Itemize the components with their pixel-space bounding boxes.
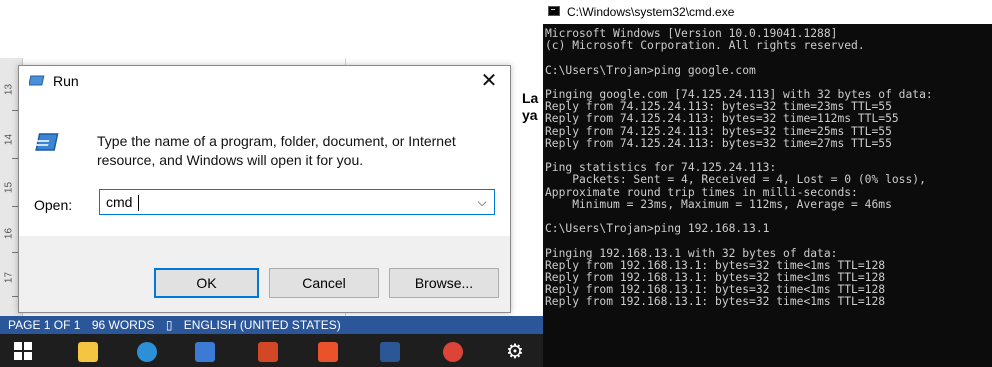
console-line: Reply from 74.125.24.113: bytes=32 time=…	[545, 124, 892, 138]
file-explorer-icon[interactable]	[78, 342, 98, 362]
open-label: Open:	[34, 197, 73, 213]
console-line: Packets: Sent = 4, Received = 4, Lost = …	[545, 173, 926, 187]
word-statusbar: PAGE 1 OF 1 96 WORDS ▯ ENGLISH (UNITED S…	[0, 316, 543, 334]
browse-button[interactable]: Browse...	[389, 268, 499, 298]
run-app-icon	[29, 75, 45, 86]
ok-button[interactable]: OK	[154, 268, 259, 298]
console-line: Reply from 192.168.13.1: bytes=32 time<1…	[545, 295, 886, 309]
run-dialog: Run ✕ Type the name of a program, folder…	[18, 65, 511, 313]
settings-icon[interactable]: ⚙	[505, 342, 525, 362]
chevron-down-icon[interactable]: ⌵	[472, 190, 492, 214]
console-line: Reply from 74.125.24.113: bytes=32 time=…	[545, 112, 899, 126]
cmd-window: C:\Windows\system32\cmd.exe Microsoft Wi…	[543, 0, 992, 367]
ruler-number: 15	[3, 181, 15, 194]
page-count[interactable]: PAGE 1 OF 1	[8, 316, 80, 334]
proofing-icon[interactable]: ▯	[166, 316, 173, 334]
cancel-button[interactable]: Cancel	[269, 268, 379, 298]
console-output[interactable]: Microsoft Windows [Version 10.0.19041.12…	[545, 28, 990, 309]
ruler-number: 13	[3, 83, 15, 96]
console-icon	[548, 6, 560, 16]
edge-icon[interactable]	[137, 342, 157, 362]
language-indicator[interactable]: ENGLISH (UNITED STATES)	[184, 316, 341, 334]
powerpoint-icon[interactable]	[258, 342, 278, 362]
open-input-value[interactable]: cmd	[106, 194, 132, 210]
word-icon[interactable]	[380, 342, 400, 362]
close-icon[interactable]: ✕	[476, 68, 502, 94]
console-line: C:\Users\Trojan>ping google.com	[545, 63, 756, 77]
run-program-icon	[35, 133, 59, 151]
ruler-number: 14	[3, 133, 15, 146]
document-text-line: ya	[522, 107, 538, 123]
text-caret	[138, 195, 139, 211]
console-line: Reply from 74.125.24.113: bytes=32 time=…	[545, 136, 892, 150]
document-text: La ya	[522, 90, 538, 124]
windows-start-icon[interactable]	[14, 342, 34, 362]
photos-icon[interactable]	[195, 342, 215, 362]
ruler-number: 17	[3, 271, 15, 284]
run-description: Type the name of a program, folder, docu…	[97, 133, 456, 168]
run-titlebar[interactable]: Run ✕	[19, 66, 510, 96]
ruler-number: 16	[3, 227, 15, 240]
chrome-icon[interactable]	[443, 342, 463, 362]
console-line: Approximate round trip times in milli-se…	[545, 185, 858, 199]
open-input[interactable]: cmd ⌵	[99, 189, 495, 215]
console-line: (c) Microsoft Corporation. All rights re…	[545, 39, 865, 53]
cmd-title: C:\Windows\system32\cmd.exe	[567, 5, 735, 19]
run-title: Run	[53, 73, 79, 89]
document-text-line: La	[522, 90, 539, 106]
left-desktop-area: La ya 13 14 15 16 17 PAGE 1 OF 1 96 WORD…	[0, 0, 543, 367]
app-icon[interactable]	[318, 342, 338, 362]
taskbar: ⚙	[0, 334, 543, 367]
console-line: C:\Users\Trojan>ping 192.168.13.1	[545, 222, 770, 236]
cmd-titlebar[interactable]: C:\Windows\system32\cmd.exe	[543, 0, 992, 24]
console-line: Minimum = 23ms, Maximum = 112ms, Average…	[545, 197, 892, 211]
word-count[interactable]: 96 WORDS	[92, 316, 155, 334]
